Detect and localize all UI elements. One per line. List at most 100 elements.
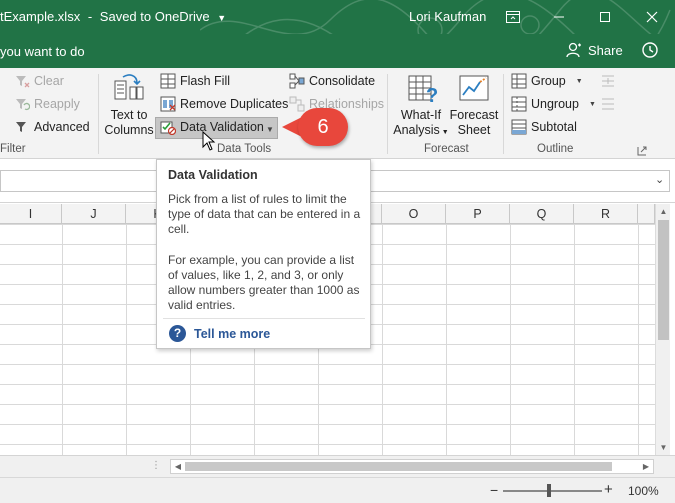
column-header[interactable]: Q: [510, 204, 574, 224]
clear-filter-button[interactable]: Clear: [14, 73, 64, 89]
forecast-sheet-icon[interactable]: [458, 73, 490, 105]
hide-detail-icon: [602, 98, 614, 110]
text-to-columns-label-1: Text to: [110, 108, 148, 122]
flash-fill-button[interactable]: Flash Fill: [160, 73, 230, 89]
help-icon: ?: [169, 325, 186, 342]
tell-me-bar: you want to do Share: [0, 34, 675, 68]
subtotal-icon: [511, 119, 527, 135]
remove-duplicates-label: Remove Duplicates: [180, 97, 289, 111]
group-button[interactable]: Group ▼: [511, 73, 583, 89]
forecast-sheet-label-2: Sheet: [457, 123, 491, 137]
forecast-sheet-button[interactable]: Forecast Sheet: [448, 108, 500, 138]
horizontal-scrollbar[interactable]: ◀ ▶: [170, 459, 654, 474]
zoom-level[interactable]: 100%: [628, 484, 659, 498]
zoom-slider-thumb[interactable]: [547, 484, 551, 497]
column-header[interactable]: J: [62, 204, 126, 224]
maximize-icon: [600, 12, 610, 22]
title-bar: tExample.xlsx - Saved to OneDrive ▼ Lori…: [0, 0, 675, 34]
zoom-out-button[interactable]: −: [490, 482, 498, 498]
column-header[interactable]: I: [0, 204, 62, 224]
consolidate-button[interactable]: Consolidate: [289, 73, 375, 89]
outline-dialog-launcher[interactable]: [637, 145, 647, 159]
data-validation-label: Data Validation: [180, 120, 264, 134]
remove-duplicates-icon: [160, 96, 176, 112]
consolidate-label: Consolidate: [309, 74, 376, 88]
advanced-filter-icon: [16, 122, 26, 132]
zoom-in-button[interactable]: +: [604, 481, 613, 498]
horizontal-scroll-thumb[interactable]: [185, 462, 612, 471]
show-detail-button[interactable]: [600, 73, 616, 92]
file-name: tExample.xlsx: [0, 9, 81, 24]
data-validation-icon: [160, 121, 176, 135]
clear-filter-icon: [16, 76, 30, 88]
column-header[interactable]: R: [574, 204, 638, 224]
text-to-columns-icon[interactable]: [113, 73, 145, 105]
show-detail-icon: [602, 75, 614, 87]
what-if-analysis-button[interactable]: What-If Analysis ▼: [393, 108, 449, 140]
chevron-down-icon: ▼: [588, 100, 596, 108]
consolidate-icon: [289, 73, 305, 89]
tooltip-divider: [163, 318, 365, 319]
chevron-down-icon: ▼: [575, 77, 583, 85]
group-label: Group: [531, 74, 566, 88]
scroll-left-button[interactable]: ◀: [171, 460, 185, 473]
mouse-cursor-icon: [202, 131, 216, 151]
minimize-button[interactable]: [536, 0, 582, 34]
tooltip-example: For example, you can provide a list of v…: [168, 253, 360, 312]
filter-group-label: Filter: [0, 143, 26, 155]
remove-duplicates-button[interactable]: Remove Duplicates: [160, 96, 288, 112]
data-validation-dropdown[interactable]: ▼: [264, 123, 276, 137]
ungroup-icon: [511, 96, 527, 112]
save-status[interactable]: Saved to OneDrive: [100, 9, 210, 24]
tell-me-more-link[interactable]: ? Tell me more: [169, 325, 270, 342]
share-button[interactable]: Share: [566, 42, 623, 58]
text-to-columns-label-2: Columns: [104, 123, 154, 137]
user-name[interactable]: Lori Kaufman: [409, 9, 486, 24]
title-separator: -: [87, 9, 93, 24]
hide-detail-button[interactable]: [600, 96, 616, 115]
maximize-button[interactable]: [582, 0, 628, 34]
close-icon: [646, 11, 658, 23]
ribbon-separator: [503, 74, 504, 154]
chevron-down-icon[interactable]: ⌄: [655, 173, 664, 186]
ungroup-button[interactable]: Ungroup ▼: [511, 96, 596, 112]
vertical-scroll-thumb[interactable]: [658, 220, 669, 340]
reapply-label: Reapply: [34, 97, 80, 111]
person-icon: [566, 42, 581, 58]
ungroup-label: Ungroup: [531, 97, 579, 111]
tell-me-more-label: Tell me more: [194, 326, 271, 341]
zoom-slider-track[interactable]: [503, 490, 602, 492]
column-header[interactable]: P: [446, 204, 510, 224]
reapply-button[interactable]: Reapply: [14, 96, 80, 112]
ribbon-display-options-button[interactable]: [490, 0, 536, 34]
tab-split-handle[interactable]: ⋮: [151, 460, 161, 471]
ribbon-separator: [98, 74, 99, 154]
scroll-up-button[interactable]: ▲: [656, 204, 671, 219]
column-header[interactable]: O: [382, 204, 446, 224]
scroll-right-button[interactable]: ▶: [639, 460, 653, 473]
close-button[interactable]: [629, 0, 675, 34]
relationships-icon: [289, 96, 305, 112]
advanced-label: Advanced: [34, 120, 90, 134]
chevron-down-icon[interactable]: ▼: [217, 13, 226, 23]
history-button[interactable]: [641, 41, 659, 64]
chevron-down-icon: ▼: [266, 125, 274, 134]
column-header-blank: [638, 204, 655, 224]
text-to-columns-button[interactable]: Text to Columns: [104, 108, 154, 138]
status-bar: − + 100%: [0, 477, 675, 503]
data-validation-tooltip: Data Validation Pick from a list of rule…: [156, 159, 371, 349]
data-tools-group-label: Data Tools: [217, 143, 272, 155]
vertical-scrollbar[interactable]: ▲ ▼: [655, 204, 670, 455]
what-if-analysis-icon[interactable]: ?: [407, 73, 439, 105]
advanced-filter-button[interactable]: Advanced: [14, 119, 90, 135]
tell-me-input[interactable]: you want to do: [0, 44, 85, 59]
scroll-down-button[interactable]: ▼: [656, 440, 671, 455]
subtotal-button[interactable]: Subtotal: [511, 119, 577, 135]
what-if-label-1: What-If: [400, 108, 442, 122]
history-icon: [642, 42, 658, 58]
step-callout-badge: 6: [298, 108, 348, 146]
tooltip-title: Data Validation: [168, 168, 258, 182]
window-title: tExample.xlsx - Saved to OneDrive ▼: [0, 9, 226, 24]
minimize-icon: [554, 16, 564, 18]
svg-text:?: ?: [426, 85, 438, 105]
